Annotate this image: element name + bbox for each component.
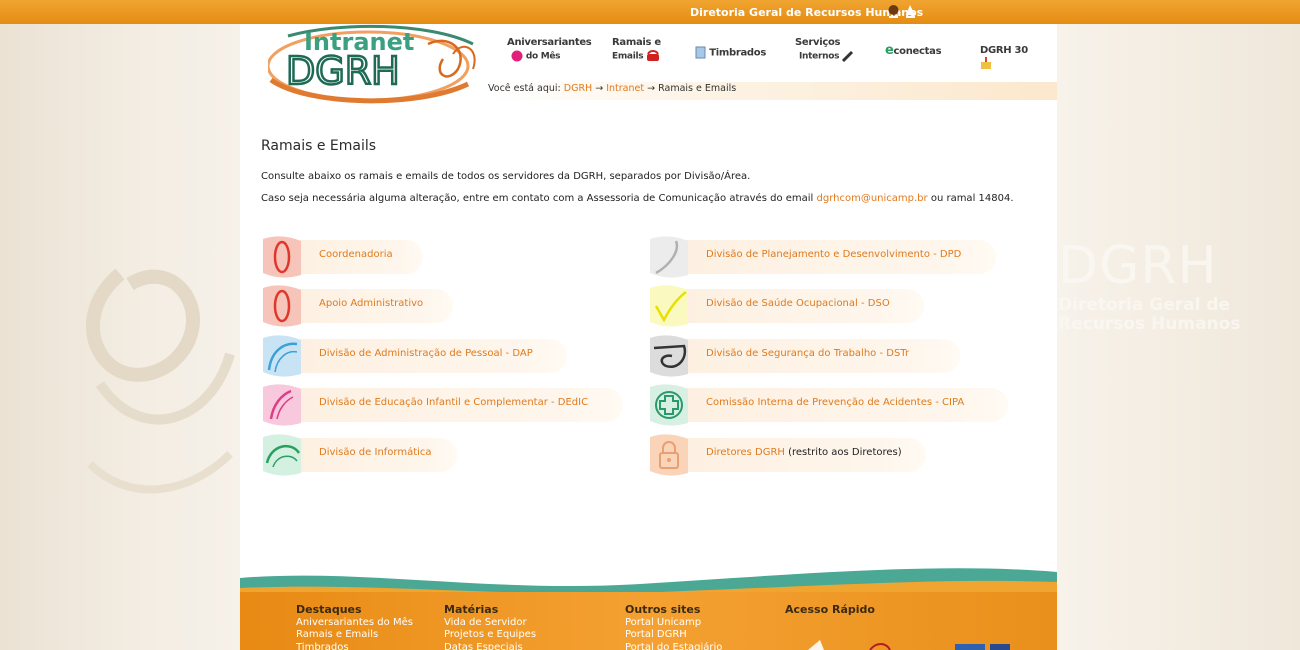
di-green-icon	[261, 433, 303, 477]
dap-blue-icon	[261, 334, 303, 378]
footer-link[interactable]: Projetos e Equipes	[444, 629, 536, 642]
list-item-label[interactable]: Comissão Interna de Prevenção de Acident…	[706, 397, 964, 408]
nav-econectas[interactable]: econectas	[885, 43, 942, 58]
dpd-grey-icon	[648, 235, 690, 279]
contact-text-before: Caso seja necessária alguma alteração, e…	[261, 193, 817, 204]
balloon-icon	[511, 50, 523, 62]
list-item-label[interactable]: Divisão de Educação Infantil e Complemen…	[319, 397, 588, 408]
dgrh-red-icon	[261, 284, 303, 328]
breadcrumb-prefix: Você está aqui:	[488, 83, 561, 94]
footer: Destaques Aniversariantes do Mês Ramais …	[240, 592, 1057, 650]
footer-link[interactable]: Portal DGRH	[625, 629, 722, 642]
left-background	[0, 24, 240, 650]
nav-aniversariantes-line1: Aniversariantes	[507, 37, 592, 48]
list-item-label[interactable]: Divisão de Administração de Pessoal - DA…	[319, 348, 533, 359]
footer-link[interactable]: Ramais e Emails	[296, 629, 413, 642]
list-item-label[interactable]: Divisão de Saúde Ocupacional - DSO	[706, 298, 890, 309]
main-nav: Aniversariantes do Mês Ramais e Emails T…	[500, 37, 1040, 70]
breadcrumb: Você está aqui: DGRH → Intranet → Ramais…	[488, 83, 736, 94]
nav-dgrh30-label: DGRH 30	[980, 45, 1028, 56]
document-icon	[695, 46, 706, 59]
footer-link[interactable]: Portal Unicamp	[625, 617, 722, 630]
nav-ramais-emails[interactable]: Ramais e Emails	[612, 38, 661, 62]
list-item-dso[interactable]: Divisão de Saúde Ocupacional - DSO	[648, 284, 938, 330]
nav-timbrados-label: Timbrados	[709, 47, 766, 59]
logo-line2: DGRH	[286, 49, 400, 93]
nav-dgrh30[interactable]: DGRH 30	[980, 46, 1040, 70]
watermark-line2: Recursos Humanos	[1058, 314, 1241, 334]
tools-icon	[842, 50, 854, 62]
footer-wave	[240, 568, 1057, 598]
footer-heading: Destaques	[296, 603, 362, 616]
intranet-dgrh-logo[interactable]: Intranet DGRH	[266, 24, 483, 104]
list-item-diretores[interactable]: Diretores DGRH (restrito aos Diretores)	[648, 433, 938, 479]
breadcrumb-current: Ramais e Emails	[658, 83, 737, 94]
footer-heading: Acesso Rápido	[785, 603, 875, 616]
list-item-dap[interactable]: Divisão de Administração de Pessoal - DA…	[261, 334, 571, 380]
breadcrumb-link-dgrh[interactable]: DGRH	[564, 83, 592, 94]
diretores-link[interactable]: Diretores DGRH	[706, 447, 785, 458]
footer-heading: Matérias	[444, 603, 499, 616]
footer-col-destaques: Destaques Aniversariantes do Mês Ramais …	[296, 603, 413, 650]
footer-link[interactable]: Aniversariantes do Mês	[296, 617, 413, 630]
list-item-dstr[interactable]: Divisão de Segurança do Trabalho - DSTr	[648, 334, 968, 380]
footer-partner-logos[interactable]	[800, 638, 1050, 650]
dgrh-red-icon	[261, 235, 303, 279]
list-item-apoio-administrativo[interactable]: Apoio Administrativo	[261, 284, 461, 330]
footer-link[interactable]: Datas Especiais	[444, 642, 536, 650]
contact-paragraph: Caso seja necessária alguma alteração, e…	[261, 193, 1014, 204]
unicamp-logo-icon[interactable]	[887, 3, 900, 19]
nav-aniversariantes-line2: do Mês	[525, 51, 561, 62]
list-item-coordenadoria[interactable]: Coordenadoria	[261, 235, 431, 281]
breadcrumb-link-intranet[interactable]: Intranet	[606, 83, 644, 94]
nav-econectas-prefix: e	[885, 43, 894, 58]
cake-icon	[981, 57, 991, 69]
list-item-label[interactable]: Divisão de Segurança do Trabalho - DSTr	[706, 348, 909, 359]
watermark-line1: Diretoria Geral de	[1058, 295, 1231, 315]
nav-ramais-line1: Ramais e	[612, 37, 661, 48]
cipa-cross-icon	[648, 383, 690, 427]
lock-icon	[648, 433, 690, 477]
dso-yellow-icon	[648, 284, 690, 328]
top-bar-logos	[887, 3, 917, 19]
nav-econectas-label: conectas	[893, 46, 942, 57]
breadcrumb-separator: →	[647, 83, 656, 94]
watermark-big: DGRH	[1058, 236, 1218, 296]
dgrh-small-logo-icon[interactable]	[904, 3, 917, 19]
page-title: Ramais e Emails	[261, 138, 377, 154]
dedic-pink-icon	[261, 383, 303, 427]
footer-link[interactable]: Timbrados	[296, 642, 413, 650]
contact-email-link[interactable]: dgrhcom@unicamp.br	[817, 193, 928, 204]
list-item-dedic[interactable]: Divisão de Educação Infantil e Complemen…	[261, 383, 631, 429]
list-item-label[interactable]: Divisão de Planejamento e Desenvolviment…	[706, 249, 961, 260]
nav-servicos-line2: Internos	[799, 51, 840, 62]
list-item-informatica[interactable]: Divisão de Informática	[261, 433, 461, 479]
diretores-note: (restrito aos Diretores)	[784, 447, 902, 458]
list-item-label[interactable]: Apoio Administrativo	[319, 298, 423, 309]
list-item-dpd[interactable]: Divisão de Planejamento e Desenvolviment…	[648, 235, 1008, 281]
nav-aniversariantes[interactable]: Aniversariantes do Mês	[507, 37, 592, 62]
list-item-label[interactable]: Coordenadoria	[319, 249, 393, 260]
nav-servicos-line1: Serviços	[795, 37, 841, 48]
footer-col-materias: Matérias Vida de Servidor Projetos e Equ…	[444, 603, 536, 650]
nav-ramais-line2: Emails	[612, 51, 644, 62]
nav-timbrados[interactable]: Timbrados	[695, 46, 766, 59]
dstr-black-icon	[648, 334, 690, 378]
footer-col-outros-sites: Outros sites Portal Unicamp Portal DGRH …	[625, 603, 722, 650]
background-watermark: DGRH Diretoria Geral de Recursos Humanos	[1058, 236, 1258, 334]
list-item-cipa[interactable]: Comissão Interna de Prevenção de Acident…	[648, 383, 1018, 429]
breadcrumb-separator: →	[595, 83, 604, 94]
right-background	[1057, 24, 1300, 650]
footer-col-acesso-rapido: Acesso Rápido	[785, 603, 875, 617]
footer-link[interactable]: Vida de Servidor	[444, 617, 536, 630]
nav-servicos-internos[interactable]: Serviços Internos	[795, 38, 854, 62]
intro-paragraph: Consulte abaixo os ramais e emails de to…	[261, 171, 751, 182]
top-bar: Diretoria Geral de Recursos Humanos	[0, 0, 1300, 24]
list-item-label[interactable]: Diretores DGRH (restrito aos Diretores)	[706, 447, 902, 458]
footer-link[interactable]: Portal do Estagiário	[625, 642, 722, 650]
telephone-icon	[647, 50, 660, 61]
footer-heading: Outros sites	[625, 603, 701, 616]
list-item-label[interactable]: Divisão de Informática	[319, 447, 432, 458]
contact-text-after: ou ramal 14804.	[927, 193, 1014, 204]
